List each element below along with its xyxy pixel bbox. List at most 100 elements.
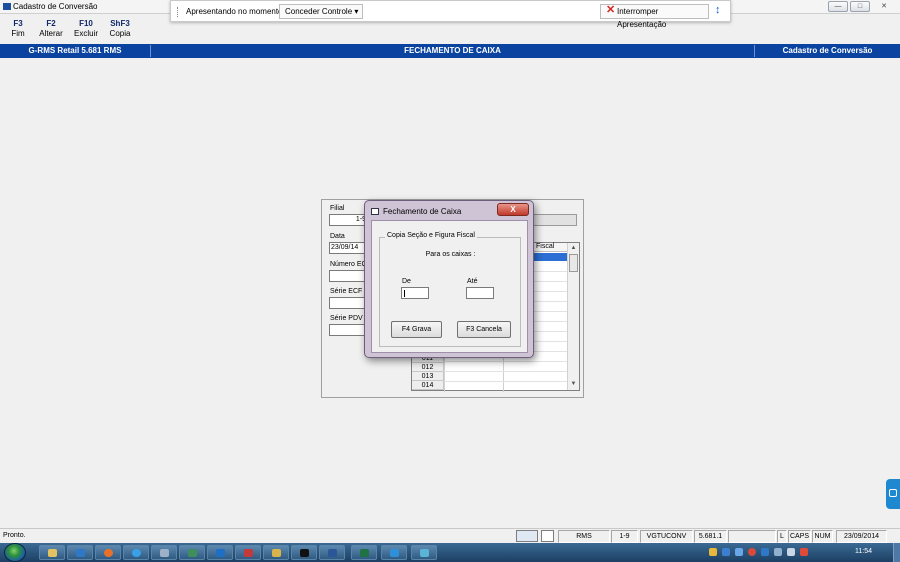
data-label: Data xyxy=(330,233,345,240)
status-version: 5.681.1 xyxy=(694,530,727,543)
app-icon xyxy=(272,549,281,557)
start-button[interactable] xyxy=(4,543,26,562)
drag-grip-icon[interactable] xyxy=(177,7,179,17)
taskbar-app-5[interactable] xyxy=(151,545,177,560)
taskbar-app-14[interactable] xyxy=(411,545,437,560)
fechamento-caixa-dialog: Fechamento de Caixa X Copia Seção e Figu… xyxy=(364,200,534,358)
grant-control-dropdown[interactable]: Conceder Controle ▾ xyxy=(279,4,363,19)
system-version: G-RMS Retail 5.681 RMS xyxy=(28,46,122,55)
outlook-tray-icon[interactable] xyxy=(761,548,769,556)
ate-label: Até xyxy=(467,278,478,285)
status-program: VGTUCONV xyxy=(640,530,693,543)
app-icon xyxy=(3,3,11,10)
dialog-close-button[interactable]: X xyxy=(497,203,529,216)
taskbar-word[interactable] xyxy=(319,545,345,560)
program-title: Cadastro de Conversão xyxy=(782,46,873,55)
taskbar-app-6[interactable] xyxy=(179,545,205,560)
terminal-icon xyxy=(300,549,309,557)
lync-icon xyxy=(216,549,225,557)
flag-icon[interactable] xyxy=(800,548,808,556)
status-bar: Pronto. RMS 1-9 VGTUCONV 5.681.1 L CAPS … xyxy=(0,528,900,543)
status-filial: 1-9 xyxy=(611,530,638,543)
alert-icon[interactable] xyxy=(748,548,756,556)
serie-pdv-field[interactable] xyxy=(329,324,369,336)
screen-share-bar: Apresentando no momento Conceder Control… xyxy=(170,0,731,29)
de-input[interactable] xyxy=(401,287,429,299)
taskbar-app-9[interactable] xyxy=(263,545,289,560)
app-icon xyxy=(244,549,253,557)
keyboard-icon xyxy=(516,530,538,542)
serie-ecf-label: Série ECF xyxy=(330,288,363,295)
stop-presenting-button[interactable]: ✕ Interromper Apresentação xyxy=(600,4,709,29)
screen-title: FECHAMENTO DE CAIXA xyxy=(404,46,501,55)
excel-icon xyxy=(360,549,369,557)
fiscal-column-header: Fiscal xyxy=(536,243,555,250)
taskbar-app-13[interactable] xyxy=(381,545,407,560)
speaker-icon[interactable] xyxy=(787,548,795,556)
numero-ecf-field[interactable] xyxy=(329,270,369,282)
taskbar-ie[interactable] xyxy=(123,545,149,560)
status-rms: RMS xyxy=(558,530,610,543)
presenting-label: Apresentando no momento xyxy=(186,7,283,16)
taskbar-firefox[interactable] xyxy=(95,545,121,560)
side-panel-tab[interactable] xyxy=(886,479,900,509)
scroll-thumb[interactable] xyxy=(569,254,578,272)
stop-icon: ✕ xyxy=(606,4,616,16)
table-row[interactable]: 013 xyxy=(412,372,444,381)
folder-icon xyxy=(48,549,57,557)
excluir-button[interactable]: F10 Excluir xyxy=(68,19,104,39)
fim-button[interactable]: F3 Fim xyxy=(0,19,36,39)
scroll-up-icon[interactable]: ▲ xyxy=(568,243,579,253)
data-field[interactable]: 23/09/14 xyxy=(329,242,369,254)
filial-label: Filial xyxy=(330,205,345,212)
window-title: Cadastro de Conversão xyxy=(13,2,98,11)
copia-button[interactable]: ShF3 Copia xyxy=(102,19,138,39)
grava-button[interactable]: F4 Grava xyxy=(391,321,442,338)
status-num: NUM xyxy=(812,530,833,543)
app-tray-icon[interactable] xyxy=(735,548,743,556)
outlook-icon xyxy=(76,549,85,557)
cancela-button[interactable]: F3 Cancela xyxy=(457,321,511,338)
ate-input[interactable] xyxy=(466,287,494,299)
app-icon xyxy=(420,549,429,557)
dialog-title: Fechamento de Caixa xyxy=(383,207,462,216)
browser-icon xyxy=(132,549,141,557)
serie-pdv-label: Série PDV xyxy=(330,315,363,322)
alterar-button[interactable]: F2 Alterar xyxy=(33,19,69,39)
maximize-button[interactable]: □ xyxy=(850,1,870,12)
taskbar-outlook[interactable] xyxy=(67,545,93,560)
chat-icon xyxy=(889,489,897,497)
status-caps: CAPS xyxy=(788,530,811,543)
taskbar-app-8[interactable] xyxy=(235,545,261,560)
grid-scrollbar[interactable]: ▲ ▼ xyxy=(567,243,579,390)
taskbar-explorer[interactable] xyxy=(39,545,65,560)
table-row[interactable]: 014 xyxy=(412,381,444,390)
pin-icon[interactable]: ↕ xyxy=(715,4,721,16)
app-icon xyxy=(188,549,197,557)
taskbar-lync[interactable] xyxy=(207,545,233,560)
shield-icon[interactable] xyxy=(709,548,717,556)
word-icon xyxy=(328,549,337,557)
system-tray: 11:54 xyxy=(705,543,900,562)
table-row[interactable]: 012 xyxy=(412,363,444,372)
show-desktop-button[interactable] xyxy=(893,543,900,562)
dialog-window-icon xyxy=(371,208,379,215)
clipboard-icon xyxy=(541,530,554,542)
para-caixas-label: Para os caixas : xyxy=(425,251,476,258)
status-message: Pronto. xyxy=(3,532,26,539)
scroll-down-icon[interactable]: ▼ xyxy=(568,379,579,389)
taskbar-excel[interactable] xyxy=(351,545,377,560)
serie-ecf-field[interactable] xyxy=(329,297,369,309)
taskbar-clock[interactable]: 11:54 xyxy=(855,548,872,555)
module-header: G-RMS Retail 5.681 RMS FECHAMENTO DE CAI… xyxy=(0,44,900,58)
status-date: 23/09/2014 xyxy=(836,530,887,543)
network-icon[interactable] xyxy=(722,548,730,556)
taskbar-cmd[interactable] xyxy=(291,545,317,560)
minimize-button[interactable]: — xyxy=(828,1,848,12)
app-icon xyxy=(160,549,169,557)
close-button[interactable]: ✕ xyxy=(872,1,896,12)
status-empty xyxy=(728,530,776,543)
filial-field[interactable]: 1-9 xyxy=(329,214,369,226)
monitor-icon[interactable] xyxy=(774,548,782,556)
app-icon xyxy=(390,549,399,557)
